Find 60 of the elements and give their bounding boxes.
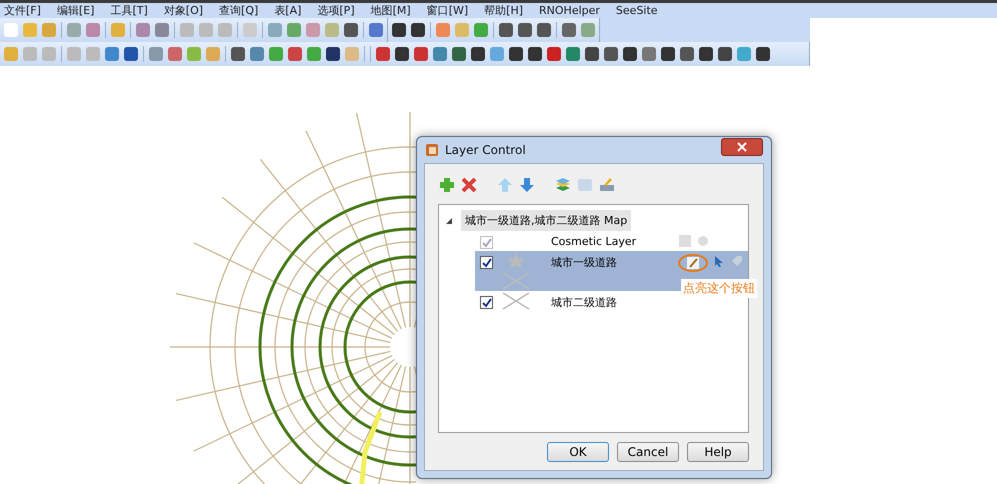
cross-lines-icon	[501, 271, 531, 291]
menu-item[interactable]: 对象[O]	[164, 3, 204, 18]
menu-item[interactable]: 选项[P]	[317, 3, 355, 18]
tool-icon[interactable]	[562, 23, 576, 37]
menu-item[interactable]: 编辑[E]	[56, 3, 94, 18]
expand-caret-icon[interactable]	[445, 216, 453, 224]
down-arrow-icon[interactable]	[518, 176, 536, 194]
cross-lines-icon	[501, 291, 531, 311]
tool-icon[interactable]	[344, 23, 358, 37]
pencil-layer-icon[interactable]	[598, 176, 616, 194]
menu-item[interactable]: 查询[Q]	[219, 3, 258, 18]
menu-item[interactable]: 工具[T]	[110, 3, 148, 18]
menu-item[interactable]: 地图[M]	[370, 3, 411, 18]
close-icon	[737, 142, 747, 152]
tool-icon[interactable]	[124, 47, 138, 61]
menu-item[interactable]: 文件[F]	[4, 3, 41, 18]
tool-icon[interactable]	[509, 47, 523, 61]
dialog-button[interactable]: OK	[547, 442, 609, 462]
annotation-text: 点亮这个按钮	[681, 279, 757, 298]
tool-icon[interactable]	[537, 23, 551, 37]
close-button[interactable]	[721, 138, 763, 156]
tool-icon[interactable]	[392, 23, 406, 37]
menu-item[interactable]: 帮助[H]	[484, 3, 524, 18]
tool-icon[interactable]	[604, 47, 618, 61]
tree-root-label[interactable]: 城市一级道路,城市二级道路 Map	[461, 210, 632, 231]
tool-icon[interactable]	[326, 47, 340, 61]
layer-name: Cosmetic Layer	[551, 234, 638, 248]
up-arrow-icon[interactable]	[496, 176, 514, 194]
tool-icon[interactable]	[395, 47, 409, 61]
tool-icon[interactable]	[411, 23, 425, 37]
dialog-button[interactable]: Help	[687, 442, 749, 462]
tool-icon[interactable]	[452, 47, 466, 61]
tool-icon[interactable]	[528, 47, 542, 61]
layer-name: 城市一级道路	[551, 255, 618, 270]
edit-pencil-icon[interactable]	[686, 256, 700, 270]
window-title: Layer Control	[445, 143, 527, 157]
tool-icon[interactable]	[231, 47, 245, 61]
tool-icon[interactable]	[623, 47, 637, 61]
tool-icon[interactable]	[680, 47, 694, 61]
layer-name: 城市二级道路	[551, 295, 618, 310]
layers-icon[interactable]	[554, 176, 572, 194]
tool-icon[interactable]	[699, 47, 713, 61]
menu-item[interactable]: 表[A]	[274, 3, 302, 18]
delete-icon[interactable]	[460, 176, 478, 194]
tool-icon[interactable]	[499, 23, 513, 37]
menu-item[interactable]: SeeSite	[616, 3, 658, 18]
tool-icon[interactable]	[718, 47, 732, 61]
tool-icon[interactable]	[585, 47, 599, 61]
tool-icon[interactable]	[471, 47, 485, 61]
layer-checkbox[interactable]	[480, 256, 493, 269]
tool-icon[interactable]	[547, 47, 561, 61]
app-icon	[425, 143, 439, 157]
menu-item[interactable]: 窗口[W]	[426, 3, 468, 18]
menu-item[interactable]: RNOHelper	[539, 3, 600, 18]
plus-icon[interactable]	[438, 176, 456, 194]
tool-icon[interactable]	[518, 23, 532, 37]
dialog-button[interactable]: Cancel	[617, 442, 679, 462]
layer-checkbox[interactable]	[480, 296, 493, 309]
tool-icon[interactable]	[756, 47, 770, 61]
tool-icon[interactable]	[661, 47, 675, 61]
